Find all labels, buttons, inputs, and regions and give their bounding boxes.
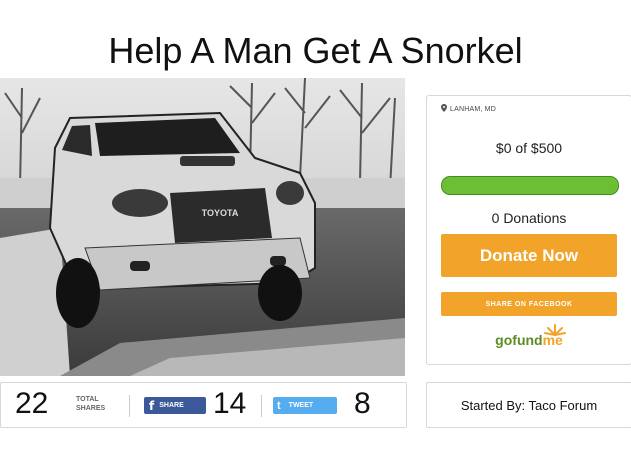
truck-photo: TOYOTA <box>0 78 405 376</box>
total-shares-count: 22 <box>15 387 49 420</box>
truck-badge: TOYOTA <box>202 208 239 218</box>
divider <box>261 395 262 417</box>
facebook-share-button[interactable]: f SHARE <box>144 397 206 414</box>
location-label: LANHAM, MD <box>450 105 496 113</box>
started-by: Started By: Taco Forum <box>426 382 631 428</box>
tweet-label: TWEET <box>288 402 314 409</box>
page-title: Help A Man Get A Snorkel <box>108 30 523 71</box>
gofundme-logo-me: me <box>542 332 563 348</box>
donation-count: 0 Donations <box>491 210 567 226</box>
donation-card: LANHAM, MD $0 of $500 0 Donations Donate… <box>426 95 631 365</box>
divider <box>129 395 130 417</box>
share-bar: 22 TOTAL SHARES f SHARE 14 t TWEET 8 <box>0 382 407 428</box>
facebook-icon: f <box>149 398 155 413</box>
facebook-share-count: 14 <box>213 387 247 420</box>
goal-amount: $0 of $500 <box>495 140 563 156</box>
total-shares-label: TOTAL SHARES <box>76 396 106 412</box>
progress-bar <box>441 176 619 195</box>
location-pin-icon <box>441 104 447 114</box>
tweet-count: 8 <box>354 387 371 420</box>
facebook-share-label: SHARE <box>159 402 184 409</box>
tweet-button[interactable]: t TWEET <box>273 397 337 414</box>
gofundme-logo-go: gofund <box>495 332 543 348</box>
donate-now-button[interactable]: Donate Now <box>441 234 617 277</box>
twitter-icon: t <box>277 399 281 412</box>
progress-fill <box>442 177 618 194</box>
gofundme-logo[interactable]: gofundme <box>427 332 631 348</box>
share-on-facebook-button[interactable]: SHARE ON FACEBOOK <box>441 292 617 316</box>
location: LANHAM, MD <box>441 104 496 114</box>
